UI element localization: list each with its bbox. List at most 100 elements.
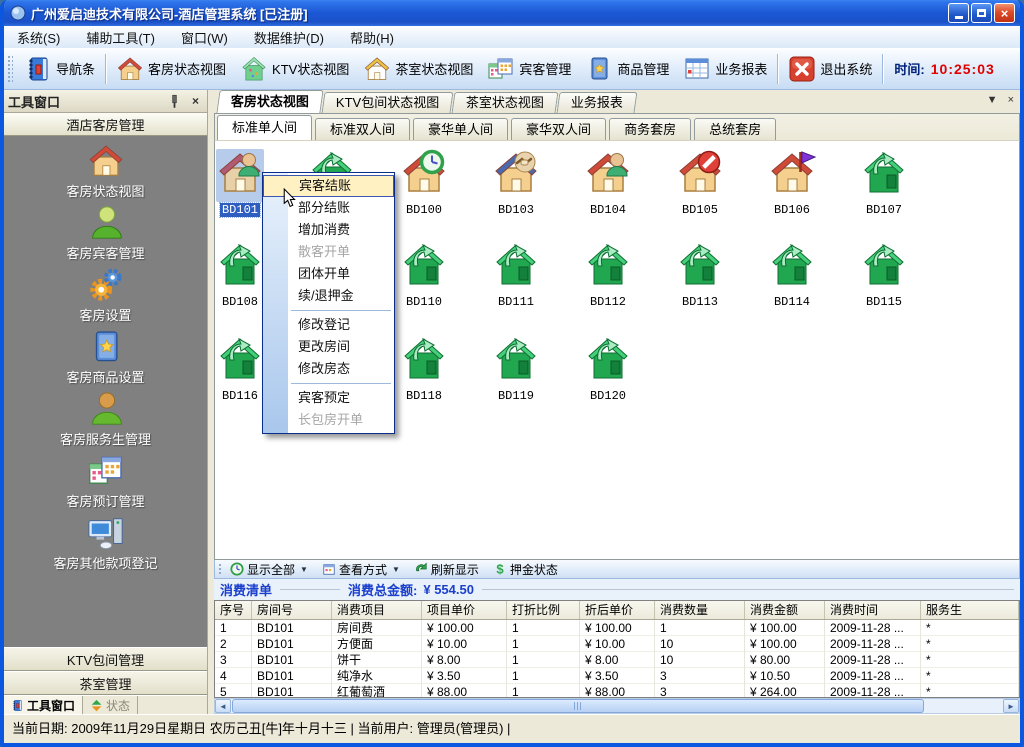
consumption-toolbar-button-0[interactable]: 显示全部▼ bbox=[223, 560, 315, 578]
horizontal-scrollbar[interactable]: ◄ ► bbox=[214, 698, 1020, 714]
sidebar-bottom-tab-0[interactable]: 工具窗口 bbox=[4, 696, 83, 714]
tab-2[interactable]: 茶室状态视图 bbox=[452, 92, 559, 113]
sidebar-item-0[interactable]: 客房状态视图 bbox=[4, 142, 207, 204]
title-bar[interactable]: 广州爱启迪技术有限公司-酒店管理系统 [已注册] × bbox=[4, 0, 1020, 26]
scrollbar-thumb[interactable] bbox=[232, 699, 924, 713]
pin-icon[interactable] bbox=[167, 94, 182, 109]
room-BD119[interactable]: BD119 bbox=[476, 335, 556, 403]
context-menu-item-7[interactable]: 修改登记 bbox=[263, 314, 394, 336]
table-cell: BD101 bbox=[252, 636, 332, 652]
consumption-toolbar-button-2[interactable]: 刷新显示 bbox=[407, 560, 486, 578]
subtab-0[interactable]: 标准单人间 bbox=[217, 115, 312, 140]
minimize-icon[interactable] bbox=[948, 3, 969, 23]
consumption-toolbar-button-3[interactable]: $押金状态 bbox=[486, 560, 565, 578]
toolbar-button-0[interactable]: 导航条 bbox=[17, 52, 102, 86]
room-BD112[interactable]: BD112 bbox=[568, 241, 648, 309]
subtab-1[interactable]: 标准双人间 bbox=[315, 118, 410, 140]
table-cell: BD101 bbox=[252, 620, 332, 636]
sidebar-group-0[interactable]: KTV包间管理 bbox=[4, 647, 207, 671]
table-cell: ¥ 100.00 bbox=[422, 620, 507, 636]
menu-item-4[interactable]: 帮助(H) bbox=[337, 26, 407, 49]
sidebar-item-5[interactable]: 客房预订管理 bbox=[4, 452, 207, 514]
report-icon bbox=[683, 55, 711, 83]
toolbar: 导航条 客房状态视图 KTV状态视图茶室状态视图宾客管理商品管理业务报表退出系统时间… bbox=[4, 48, 1020, 90]
toolbar-button-6[interactable]: 业务报表 bbox=[676, 52, 774, 86]
menu-item-2[interactable]: 窗口(W) bbox=[168, 26, 241, 49]
sidebar-item-4[interactable]: 客房服务生管理 bbox=[4, 390, 207, 452]
column-header: 房间号 bbox=[252, 601, 332, 619]
subtab-2[interactable]: 豪华单人间 bbox=[413, 118, 508, 140]
close-icon[interactable]: × bbox=[994, 3, 1015, 23]
table-row[interactable]: 2BD101方便面¥ 10.001¥ 10.0010¥ 100.002009-1… bbox=[215, 636, 1019, 652]
room-BD110[interactable]: BD110 bbox=[384, 241, 464, 309]
toolbar-separator bbox=[777, 54, 778, 84]
table-cell: * bbox=[921, 668, 1019, 684]
tab-3[interactable]: 业务报表 bbox=[557, 92, 638, 113]
room-BD104[interactable]: BD104 bbox=[568, 149, 648, 217]
menu-item-0[interactable]: 系统(S) bbox=[4, 26, 73, 49]
room-label: BD104 bbox=[568, 203, 648, 217]
tab-label: 客房状态视图 bbox=[231, 91, 309, 113]
context-menu-item-9[interactable]: 修改房态 bbox=[263, 358, 394, 380]
table-cell: ¥ 3.50 bbox=[580, 668, 655, 684]
toolbar-button-1[interactable]: 客房状态视图 bbox=[109, 52, 233, 86]
room-label: BD112 bbox=[568, 295, 648, 309]
table-row[interactable]: 4BD101纯净水¥ 3.501¥ 3.503¥ 10.502009-11-28… bbox=[215, 668, 1019, 684]
room-BD105[interactable]: BD105 bbox=[660, 149, 740, 217]
table-cell: 1 bbox=[655, 620, 745, 636]
table-row[interactable]: 3BD101饼干¥ 8.001¥ 8.0010¥ 80.002009-11-28… bbox=[215, 652, 1019, 668]
menu-item-1[interactable]: 辅助工具(T) bbox=[73, 26, 168, 49]
consumption-panel-title: 消费清单 bbox=[220, 580, 272, 599]
room-BD120[interactable]: BD120 bbox=[568, 335, 648, 403]
sidebar-item-3[interactable]: 客房商品设置 bbox=[4, 328, 207, 390]
subtab-4[interactable]: 商务套房 bbox=[609, 118, 691, 140]
sidebar-item-1[interactable]: 客房宾客管理 bbox=[4, 204, 207, 266]
tab-0[interactable]: 客房状态视图 bbox=[216, 90, 323, 113]
close-icon[interactable]: × bbox=[1008, 94, 1014, 106]
context-menu-item-2[interactable]: 增加消费 bbox=[263, 219, 394, 241]
toolbar-button-2[interactable]: KTV状态视图 bbox=[233, 52, 356, 86]
room-vacant-icon bbox=[400, 335, 448, 383]
toolbar-button-5[interactable]: 商品管理 bbox=[578, 52, 676, 86]
table-cell: 方便面 bbox=[332, 636, 422, 652]
table-cell: ¥ 10.50 bbox=[745, 668, 825, 684]
close-icon[interactable]: × bbox=[188, 94, 203, 109]
room-BD107[interactable]: BD107 bbox=[844, 149, 924, 217]
toolbar-grip[interactable] bbox=[7, 55, 13, 83]
tab-1[interactable]: KTV包间状态视图 bbox=[322, 92, 454, 113]
room-BD106[interactable]: BD106 bbox=[752, 149, 832, 217]
table-row[interactable]: 5BD101红葡萄酒¥ 88.001¥ 88.003¥ 264.002009-1… bbox=[215, 684, 1019, 698]
room-BD114[interactable]: BD114 bbox=[752, 241, 832, 309]
context-menu-item-5[interactable]: 续/退押金 bbox=[263, 285, 394, 307]
toolbar-button-7[interactable]: 退出系统 bbox=[781, 52, 879, 86]
maximize-icon[interactable] bbox=[971, 3, 992, 23]
sidebar-bottom-tab-1[interactable]: 状态 bbox=[83, 696, 138, 714]
room-BD111[interactable]: BD111 bbox=[476, 241, 556, 309]
room-label: BD106 bbox=[752, 203, 832, 217]
scroll-left-icon[interactable]: ◄ bbox=[215, 699, 231, 713]
subtab-5[interactable]: 总统套房 bbox=[694, 118, 776, 140]
toolbar-button-label: 客房状态视图 bbox=[148, 59, 226, 78]
legend-line bbox=[482, 589, 1014, 590]
chevron-down-icon[interactable]: ▼ bbox=[987, 94, 998, 106]
scroll-right-icon[interactable]: ► bbox=[1003, 699, 1019, 713]
menu-item-3[interactable]: 数据维护(D) bbox=[241, 26, 337, 49]
subtab-3[interactable]: 豪华双人间 bbox=[511, 118, 606, 140]
sidebar-group-1[interactable]: 茶室管理 bbox=[4, 671, 207, 695]
context-menu-item-4[interactable]: 团体开单 bbox=[263, 263, 394, 285]
toolbar-button-4[interactable]: 宾客管理 bbox=[480, 52, 578, 86]
room-BD103[interactable]: BD103 bbox=[476, 149, 556, 217]
room-BD115[interactable]: BD115 bbox=[844, 241, 924, 309]
context-menu-item-11[interactable]: 宾客预定 bbox=[263, 387, 394, 409]
room-BD118[interactable]: BD118 bbox=[384, 335, 464, 403]
room-BD113[interactable]: BD113 bbox=[660, 241, 740, 309]
time-label: 时间: bbox=[894, 59, 924, 78]
table-row[interactable]: 1BD101房间费¥ 100.001¥ 100.001¥ 100.002009-… bbox=[215, 620, 1019, 636]
room-BD100[interactable]: BD100 bbox=[384, 149, 464, 217]
sidebar-group-hotel-rooms[interactable]: 酒店客房管理 bbox=[4, 113, 207, 136]
sidebar-item-2[interactable]: 客房设置 bbox=[4, 266, 207, 328]
sidebar-item-6[interactable]: 客房其他款项登记 bbox=[4, 514, 207, 576]
context-menu-item-8[interactable]: 更改房间 bbox=[263, 336, 394, 358]
consumption-toolbar-button-1[interactable]: 查看方式▼ bbox=[315, 560, 407, 578]
toolbar-button-3[interactable]: 茶室状态视图 bbox=[356, 52, 480, 86]
